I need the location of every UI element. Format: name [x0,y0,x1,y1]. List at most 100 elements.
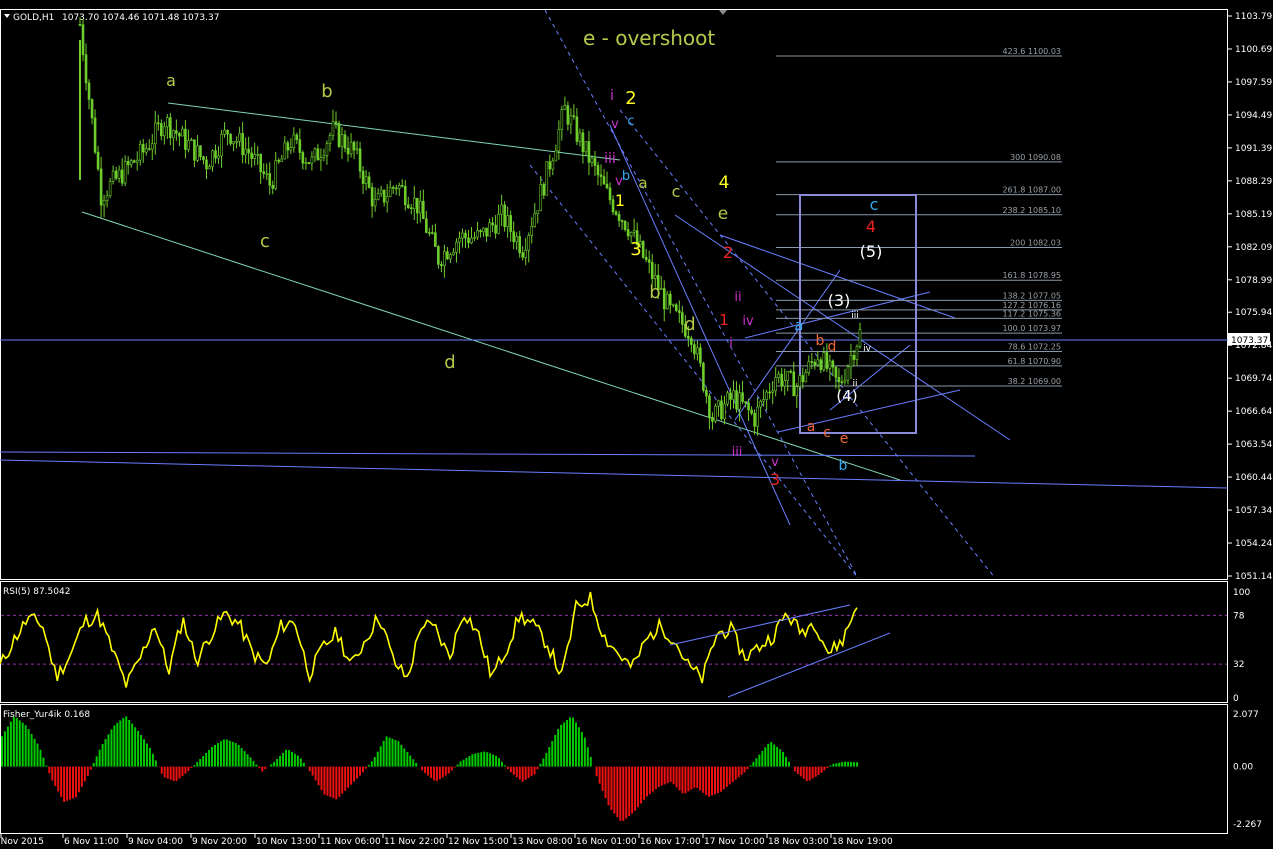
candle-body [620,220,624,222]
candle-body [461,232,464,239]
chart-window[interactable]: GOLD,H1 1073.70 1074.46 1071.48 1073.37 … [0,0,1273,849]
candle-body [325,143,329,156]
candle-body [690,338,693,345]
candle-body [783,380,787,387]
wave-label: 2 [625,88,636,109]
candle-body [322,155,326,159]
candle-body [485,227,488,237]
candle-body [295,134,299,141]
candle-body [777,373,780,378]
candle-body [229,133,232,144]
candle-body [653,275,657,279]
price-tick-label: 1066.64 [1235,407,1272,417]
candle-body [223,129,226,135]
wave-label: b [321,81,332,102]
time-tick-label: 11 Nov 06:00 [320,837,381,847]
wave-label: ii [734,290,741,305]
wave-label: (5) [860,242,883,261]
candle-body [123,160,127,184]
candle-body [274,160,278,189]
candle-body [196,145,199,161]
candle-body [723,403,726,420]
candle-body [268,173,272,186]
candle-body [415,197,419,214]
candle-body [693,344,696,355]
wave-label: b [649,282,660,303]
candle-body [247,148,250,154]
candle-body [153,122,157,145]
candle-body [828,360,832,369]
candle-body [205,159,208,170]
candle-body [717,400,720,407]
rsi-tick-label: 0 [1233,694,1239,704]
candle-body [503,204,506,228]
wave-label: 3 [630,239,641,260]
rsi-panel[interactable] [0,581,1228,703]
candle-body [720,400,723,420]
candle-body [852,355,856,360]
candle-body [509,215,512,232]
wave-label: c [672,182,681,201]
candle-body [96,151,100,170]
wave-label: 4 [719,173,730,193]
price-tick-label: 1097.59 [1235,78,1272,88]
wave-label: b [839,458,848,474]
candle-body [792,371,796,397]
candle-body [536,210,540,215]
candle-body [99,168,103,206]
candle-body [280,158,284,162]
candle-body [169,117,172,139]
candle-body [533,213,537,227]
candle-body [144,148,148,153]
candle-body [563,105,567,110]
candle-body [744,401,747,404]
fisher-tick-label: 0.00 [1233,763,1253,773]
candle-body [476,230,479,238]
price-tick-label: 1060.44 [1235,473,1272,483]
candle-body [340,134,344,147]
candle-body [780,373,783,387]
candle-body [431,232,434,234]
price-tick-label: 1094.49 [1235,111,1272,121]
price-tick-label: 1091.39 [1235,144,1272,154]
candle-body [87,82,91,100]
candle-body [265,173,269,175]
candle-body [78,24,82,26]
candle-body [307,162,311,164]
wave-label: ii [852,379,857,389]
candle-body [554,150,558,162]
price-tick-label: 1085.19 [1235,210,1272,220]
candle-body [795,386,799,397]
candle-body [217,155,220,159]
candle-body [163,126,166,137]
candle-body [467,237,470,244]
time-tick-label: 18 Nov 19:00 [832,837,893,847]
candle-body [298,139,302,153]
candle-body [605,183,609,189]
candle-body [768,391,771,394]
candle-body [310,156,314,164]
candle-body [515,236,518,243]
candle-body [220,133,223,157]
candle-body [729,392,732,400]
wave-label: e [718,204,728,224]
candle-body [409,207,413,210]
candle-body [545,161,549,196]
candle-body [425,218,428,233]
candle-body [337,123,341,147]
candle-body [557,128,561,152]
candle-body [786,371,790,381]
candle-body [858,328,862,347]
current-price-label: 1073.37 [1231,336,1268,346]
wave-label: (3) [828,291,851,310]
candle-body [181,128,184,137]
wave-label: d [684,314,695,335]
candle-body [328,135,332,144]
candle-body [804,372,808,383]
price-tick-label: 1103.79 [1235,12,1272,22]
candle-body [319,157,323,161]
candle-body [506,215,509,228]
candle-body [542,184,546,196]
candle-body [114,170,118,179]
candle-body [687,335,690,339]
